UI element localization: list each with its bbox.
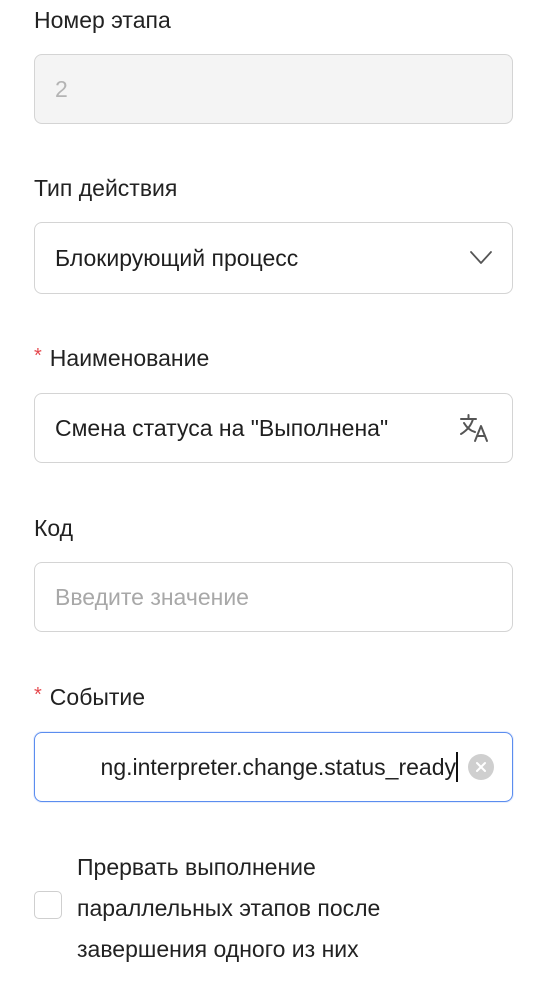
required-mark: * [34,345,42,367]
event-input[interactable]: ng.interpreter.change.status_ready [34,732,513,802]
event-label: * Событие [34,683,145,713]
code-placeholder: Введите значение [55,584,249,610]
event-value: ng.interpreter.change.status_ready [100,754,456,780]
chevron-down-icon[interactable] [470,247,492,269]
stage-form: Номер этапа 2 Тип действия Блокирующий п… [0,0,542,994]
event-text-inner: ng.interpreter.change.status_ready [100,751,460,784]
translate-icon[interactable] [458,411,492,445]
text-caret [456,751,458,782]
clear-icon[interactable] [468,754,494,780]
name-label: * Наименование [34,344,209,374]
code-label: Код [34,515,74,541]
name-label-text: Наименование [49,345,210,371]
required-mark: * [34,684,42,706]
interrupt-parallel-checkbox[interactable] [34,891,62,919]
name-value: Смена статуса на "Выполнена" [55,415,389,441]
interrupt-parallel-label[interactable]: Прервать выполнение параллельных этапов … [77,847,477,970]
event-text-viewport: ng.interpreter.change.status_ready [55,747,460,787]
event-label-text: Событие [49,684,146,710]
stage-number-label: Номер этапа [34,7,171,33]
action-type-select[interactable]: Блокирующий процесс [34,222,513,294]
action-type-label: Тип действия [34,175,178,201]
name-input[interactable]: Смена статуса на "Выполнена" [34,393,513,463]
stage-number-value: 2 [55,76,68,102]
code-input[interactable]: Введите значение [34,562,513,632]
action-type-value: Блокирующий процесс [55,245,299,271]
stage-number-input: 2 [34,54,513,124]
